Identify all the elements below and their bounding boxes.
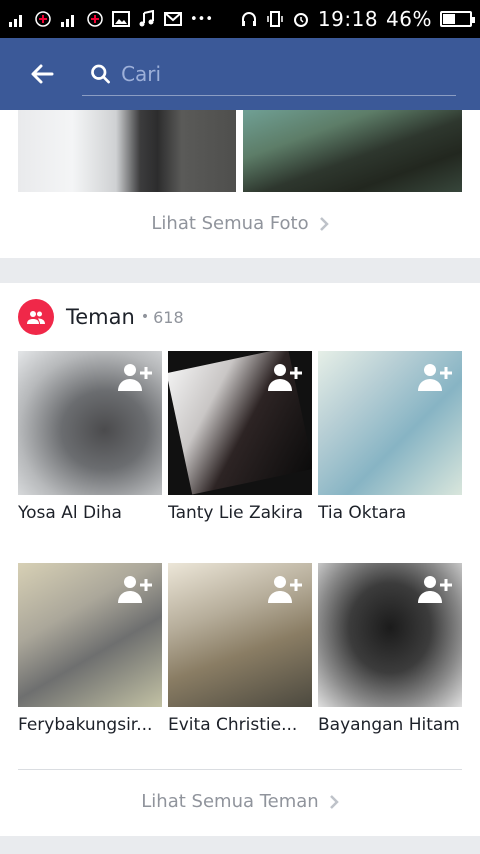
battery-icon [440,11,475,27]
friend-item[interactable]: Evita Christie... [168,563,312,735]
friends-count: 618 [153,307,184,327]
photos-section: Lihat Semua Foto [0,110,480,258]
friend-name: Bayangan Hitam [318,715,460,735]
chevron-right-icon [319,216,329,231]
status-bar: ••• 19:18 46% [0,0,480,38]
search-icon [91,64,110,83]
see-all-friends-label: Lihat Semua Teman [141,791,319,812]
add-friend-icon[interactable] [266,361,304,393]
friends-title: Teman [66,305,135,329]
friends-icon [18,299,54,335]
battery-level [443,14,455,24]
battery-percent: 46% [386,7,432,31]
vibrate-icon [267,11,283,27]
friend-photo [168,563,312,707]
friend-item[interactable]: Yosa Al Diha [18,351,162,523]
see-all-photos-link[interactable]: Lihat Semua Foto [0,213,480,234]
headset-icon [241,12,256,26]
mail-icon [164,12,182,26]
back-arrow-icon [31,64,54,84]
photo-thumbnail[interactable] [18,110,236,192]
music-icon [139,10,154,27]
search-box[interactable] [82,52,456,96]
add-friend-icon[interactable] [266,573,304,605]
friend-name: Ferybakungsir... [18,715,153,735]
status-time: 19:18 [317,7,379,31]
friends-header[interactable]: Teman • 618 [18,299,184,335]
image-icon [112,11,130,27]
divider [18,769,462,770]
signal-icon [61,15,74,27]
friend-photo [318,351,462,495]
see-all-friends-link[interactable]: Lihat Semua Teman [0,791,480,812]
friend-item[interactable]: Ferybakungsir... [18,563,162,735]
back-button[interactable] [18,50,66,98]
photo-thumbnail[interactable] [243,110,462,192]
add-friend-icon[interactable] [416,573,454,605]
add-friend-icon[interactable] [416,361,454,393]
friends-section: Teman • 618 Yosa Al Diha Tanty Lie Zakir… [0,283,480,836]
separator-dot: • [140,309,150,325]
data-icon [35,11,51,27]
friend-photo [18,563,162,707]
chevron-right-icon [329,794,339,809]
friend-item[interactable]: Bayangan Hitam [318,563,462,735]
friend-photo [18,351,162,495]
friend-photo [168,351,312,495]
friend-photo [318,563,462,707]
more-icon: ••• [190,11,214,27]
friend-item[interactable]: Tanty Lie Zakira [168,351,312,523]
friend-name: Tanty Lie Zakira [168,503,303,523]
data-icon [87,11,103,27]
friend-name: Tia Oktara [318,503,407,523]
top-app-bar [0,38,480,110]
see-all-photos-label: Lihat Semua Foto [151,213,309,234]
add-friend-icon[interactable] [116,361,154,393]
friend-name: Evita Christie... [168,715,298,735]
search-input[interactable] [121,61,456,86]
add-friend-icon[interactable] [116,573,154,605]
signal-icon [9,15,22,27]
alarm-icon [293,13,308,27]
friend-name: Yosa Al Diha [18,503,122,523]
friend-item[interactable]: Tia Oktara [318,351,462,523]
